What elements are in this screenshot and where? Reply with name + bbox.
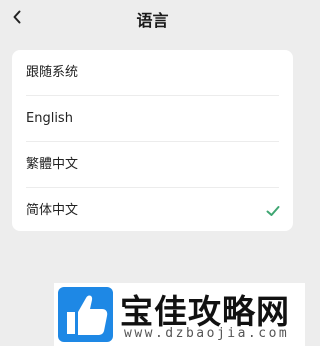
- checkmark-icon: [266, 206, 280, 216]
- language-option-follow-system[interactable]: 跟随系统: [12, 50, 293, 96]
- language-label: English: [26, 111, 73, 126]
- language-label: 繁體中文: [26, 157, 79, 172]
- language-label: 简体中文: [26, 203, 79, 218]
- page-title: 语言: [136, 11, 169, 30]
- language-option-english[interactable]: English: [12, 96, 293, 142]
- language-label: 跟随系统: [26, 65, 79, 80]
- language-list: 跟随系统 English 繁體中文 简体中文: [12, 50, 293, 231]
- language-option-simplified-chinese[interactable]: 简体中文: [12, 188, 293, 231]
- nav-bar: 语言: [0, 0, 305, 38]
- watermark: 宝佳攻略网 www.dzbaojia.com: [54, 283, 305, 346]
- watermark-url: www.dzbaojia.com: [124, 326, 290, 341]
- thumbs-up-icon: [58, 287, 113, 342]
- language-option-traditional-chinese[interactable]: 繁體中文: [12, 142, 293, 188]
